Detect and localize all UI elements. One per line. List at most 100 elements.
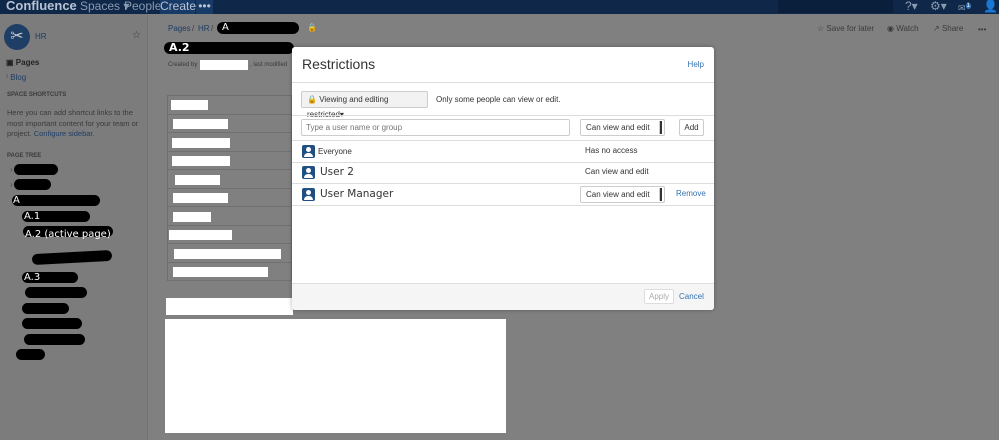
lock-icon[interactable]: 🔒 xyxy=(307,23,317,32)
dialog-header: Restrictions Help xyxy=(292,47,714,83)
breadcrumb-hr[interactable]: HR xyxy=(198,24,210,33)
redacted-block xyxy=(166,298,293,315)
group-icon xyxy=(302,145,315,158)
divider xyxy=(292,205,714,206)
breadcrumb-pages[interactable]: Pages xyxy=(168,24,191,33)
tree-item-a1[interactable]: A.1 xyxy=(22,211,90,222)
page-title-text: A.2 xyxy=(169,41,190,54)
user-avatar-icon[interactable]: 👤 xyxy=(983,0,998,12)
redacted-cell xyxy=(171,100,208,110)
more-button[interactable]: ••• xyxy=(196,0,213,14)
chevron-right-icon[interactable]: › xyxy=(10,180,13,189)
share-label: Share xyxy=(941,24,964,33)
redacted-cell xyxy=(169,230,232,240)
created-by-label: Created by xyxy=(168,62,198,68)
cancel-button[interactable]: Cancel xyxy=(679,292,704,301)
apply-button[interactable]: Apply xyxy=(644,289,675,304)
notifications-icon[interactable]: ✉1 xyxy=(958,0,971,14)
breadcrumb-separator: / xyxy=(211,24,214,33)
help-icon[interactable]: ?▾ xyxy=(905,0,918,12)
help-link[interactable]: Help xyxy=(688,60,704,69)
redacted-tree-item[interactable] xyxy=(22,303,69,314)
tree-item-label: A.3 xyxy=(24,272,41,283)
entry-permission: Has no access xyxy=(585,146,638,155)
redacted-cell xyxy=(173,119,228,129)
redacted-author xyxy=(200,60,248,70)
redacted-cell xyxy=(172,138,230,148)
shortcuts-heading: SPACE SHORTCUTS xyxy=(7,92,67,98)
tree-item-label: A.1 xyxy=(24,211,41,222)
redacted-image xyxy=(165,319,506,433)
space-name[interactable]: HR xyxy=(35,32,47,41)
shortcuts-text: Here you can add shortcut links to the m… xyxy=(7,108,139,138)
tree-item-a[interactable]: A xyxy=(12,195,100,206)
divider xyxy=(292,115,714,116)
permission-select[interactable]: Can view and edit xyxy=(580,119,665,136)
top-navigation-bar: Confluence Spaces ▾ People Create ••• ?▾… xyxy=(0,0,999,14)
save-for-later-button[interactable]: ☆ Save for later xyxy=(817,24,874,33)
entry-permission-select[interactable]: Can view and edit xyxy=(580,186,665,203)
entry-permission-value: Can view and edit xyxy=(586,190,650,199)
redacted-cell xyxy=(173,212,211,222)
pages-label: Pages xyxy=(15,58,40,67)
watch-button[interactable]: ◉ Watch xyxy=(887,24,919,33)
chevron-right-icon[interactable]: › xyxy=(10,165,13,174)
tree-item-a3[interactable]: A.3 xyxy=(22,272,78,283)
sidebar-item-pages[interactable]: ▣ Pages xyxy=(6,58,39,67)
space-logo-icon[interactable]: ✂ xyxy=(4,24,30,50)
entry-name: Everyone xyxy=(318,147,352,156)
permission-select-value: Can view and edit xyxy=(586,123,650,132)
page-tree-heading: PAGE TREE xyxy=(7,153,42,159)
sidebar-item-blog[interactable]: ⁾ Blog xyxy=(6,73,26,82)
blog-label: Blog xyxy=(10,73,27,82)
redacted-cell xyxy=(173,267,268,277)
search-input[interactable] xyxy=(778,0,893,13)
restriction-description: Only some people can view or edit. xyxy=(436,95,561,104)
configure-sidebar-link[interactable]: Configure sidebar xyxy=(34,129,93,138)
last-modified-label: , last modified xyxy=(250,62,288,68)
share-button[interactable]: ↗ Share xyxy=(933,24,963,33)
tree-item-label: A.2 (active page) xyxy=(25,229,111,240)
confluence-logo[interactable]: Confluence xyxy=(6,0,77,12)
breadcrumb-a-label: A xyxy=(222,22,229,33)
redacted-tree-item[interactable] xyxy=(31,249,113,266)
tree-item-label: A xyxy=(13,195,20,206)
redacted-tree-item[interactable] xyxy=(14,164,58,175)
people-link[interactable]: People xyxy=(124,0,161,12)
watch-label: Watch xyxy=(896,24,919,33)
restrictions-dialog: Restrictions Help 🔒 Viewing and editing … xyxy=(292,47,714,310)
page-title: A.2 xyxy=(164,42,294,54)
remove-link[interactable]: Remove xyxy=(676,189,706,198)
divider xyxy=(292,183,714,184)
breadcrumb-a[interactable]: A xyxy=(217,22,299,34)
redacted-cell xyxy=(172,156,230,166)
redacted-tree-item[interactable] xyxy=(16,349,45,360)
user-icon xyxy=(302,166,315,179)
redacted-tree-item[interactable] xyxy=(14,179,51,190)
divider xyxy=(292,140,714,141)
entry-permission: Can view and edit xyxy=(585,167,649,176)
save-label: Save for later xyxy=(826,24,874,33)
gear-icon[interactable]: ⚙▾ xyxy=(930,0,947,12)
star-icon[interactable]: ☆ xyxy=(132,30,141,41)
divider xyxy=(292,162,714,163)
dialog-footer: Apply Cancel xyxy=(292,283,714,310)
redacted-cell xyxy=(173,193,228,203)
user-icon xyxy=(302,188,315,201)
add-button[interactable]: Add xyxy=(679,119,704,136)
breadcrumb-separator: / xyxy=(192,24,195,33)
dialog-title: Restrictions xyxy=(302,56,376,72)
sidebar: ✂ HR ☆ ▣ Pages ⁾ Blog SPACE SHORTCUTS He… xyxy=(0,14,148,440)
redacted-tree-item[interactable] xyxy=(25,287,87,298)
redacted-tree-item[interactable] xyxy=(22,318,82,329)
redacted-cell xyxy=(174,249,281,259)
more-actions-button[interactable]: ••• xyxy=(978,25,986,34)
spaces-menu[interactable]: Spaces ▾ xyxy=(80,0,129,12)
entry-name: User Manager xyxy=(320,188,394,200)
redacted-cell xyxy=(175,175,220,185)
restriction-mode-dropdown[interactable]: 🔒 Viewing and editing restricted▾ xyxy=(301,91,428,119)
user-search-input[interactable] xyxy=(301,119,570,136)
tree-item-a2-active[interactable]: A.2 (active page) xyxy=(23,226,113,240)
create-button[interactable]: Create xyxy=(160,0,196,14)
redacted-tree-item[interactable] xyxy=(24,334,85,345)
